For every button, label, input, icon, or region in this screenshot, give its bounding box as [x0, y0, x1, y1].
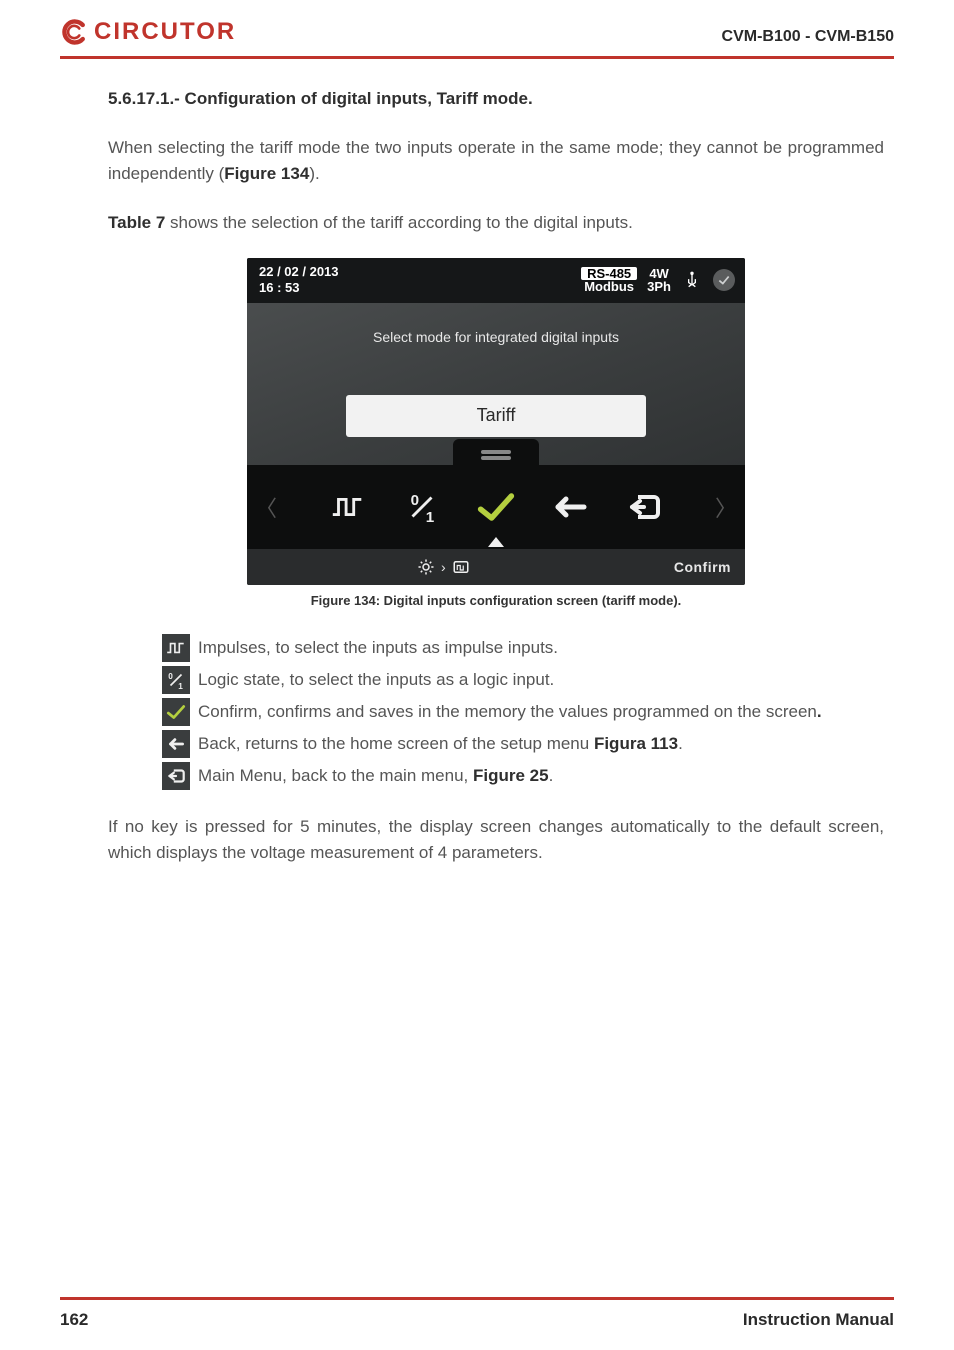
page-footer: 162 Instruction Manual [0, 1297, 954, 1330]
section-heading: 5.6.17.1.- Configuration of digital inpu… [108, 89, 884, 109]
impulses-icon [162, 634, 190, 662]
impulses-tab[interactable] [326, 485, 370, 529]
logic-state-tab[interactable]: 01 [400, 485, 444, 529]
legend-impulses: Impulses, to select the inputs as impuls… [162, 634, 884, 662]
para-table-ref: Table 7 shows the selection of the tarif… [108, 210, 884, 236]
confirm-icon [162, 698, 190, 726]
device-bottom-bar: › Confirm [247, 549, 745, 585]
back-tab[interactable] [548, 485, 592, 529]
svg-text:0: 0 [411, 492, 419, 509]
wiring-badge: 4W 3Ph [647, 267, 671, 294]
chevron-left-icon[interactable]: 〈 [255, 491, 277, 523]
main-menu-icon [162, 762, 190, 790]
ok-badge-icon [713, 269, 735, 291]
para-intro: When selecting the tariff mode the two i… [108, 135, 884, 188]
back-icon [162, 730, 190, 758]
legend-back: Back, returns to the home screen of the … [162, 730, 884, 758]
brand-text: CIRCUTOR [94, 18, 236, 46]
breadcrumb-sep: › [441, 559, 446, 575]
legend-main: Main Menu, back to the main menu, Figure… [162, 762, 884, 790]
legend-logic: 01 Logic state, to select the inputs as … [162, 666, 884, 694]
brand-c-icon [60, 18, 88, 46]
confirm-tab[interactable] [474, 485, 518, 529]
device-tab-row: 〈 01 〉 [247, 465, 745, 549]
svg-text:1: 1 [178, 681, 183, 690]
comm-badge: RS-485 Modbus [581, 267, 637, 294]
breadcrumb: › [417, 558, 470, 576]
para-timeout: If no key is pressed for 5 minutes, the … [108, 814, 884, 867]
footer-rule [60, 1297, 894, 1300]
svg-text:0: 0 [168, 671, 173, 680]
legend-confirm: Confirm, confirms and saves in the memor… [162, 698, 884, 726]
gear-icon [417, 558, 435, 576]
device-top-bar: 22 / 02 / 2013 16 : 53 RS-485 Modbus 4W … [247, 258, 745, 303]
device-screenshot: 22 / 02 / 2013 16 : 53 RS-485 Modbus 4W … [247, 258, 745, 585]
inputs-icon [452, 558, 470, 576]
usb-icon [681, 269, 703, 291]
main-menu-tab[interactable] [622, 485, 666, 529]
device-body-title: Select mode for integrated digital input… [247, 303, 745, 345]
page-header: CIRCUTOR CVM-B100 - CVM-B150 [0, 0, 954, 52]
brand-logo: CIRCUTOR [60, 18, 236, 46]
drawer-handle-icon[interactable] [453, 439, 539, 465]
footer-title: Instruction Manual [743, 1310, 894, 1330]
svg-text:1: 1 [426, 509, 435, 526]
device-datetime: 22 / 02 / 2013 16 : 53 [259, 264, 339, 297]
confirm-label[interactable]: Confirm [674, 559, 731, 575]
legend-list: Impulses, to select the inputs as impuls… [162, 634, 884, 790]
figure-caption: Figure 134: Digital inputs configuration… [108, 593, 884, 608]
device-selected-mode[interactable]: Tariff [346, 395, 646, 437]
active-indicator-icon [488, 537, 504, 547]
page-number: 162 [60, 1310, 88, 1330]
logic-state-icon: 01 [162, 666, 190, 694]
doc-model: CVM-B100 - CVM-B150 [722, 28, 894, 46]
chevron-right-icon[interactable]: 〉 [715, 491, 737, 523]
